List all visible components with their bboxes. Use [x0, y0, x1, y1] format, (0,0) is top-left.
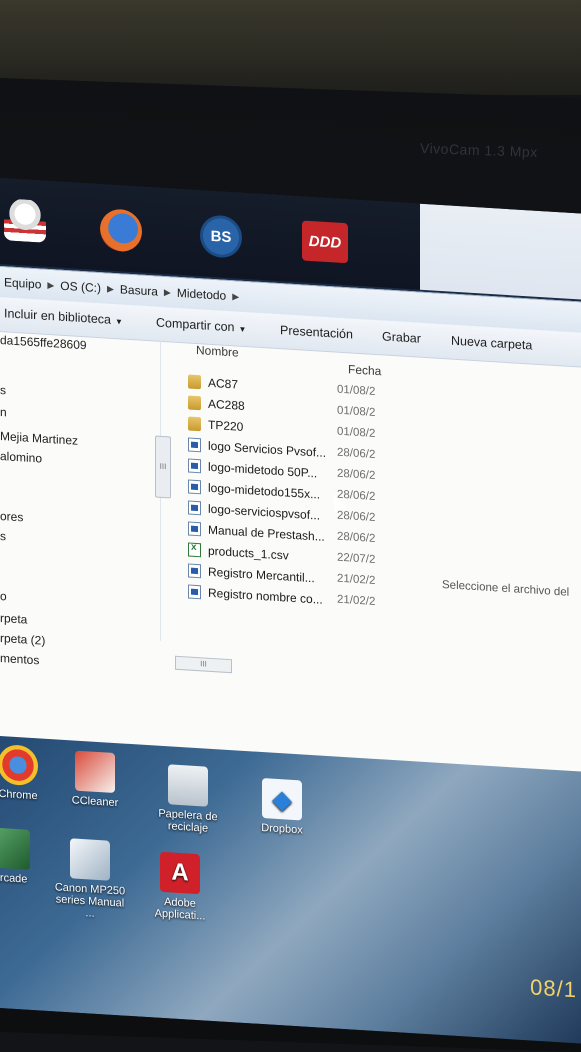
new-folder-button[interactable]: Nueva carpeta [451, 334, 532, 353]
file-name: logo-midetodo 50P... [208, 459, 318, 481]
horizontal-scrollbar[interactable]: III [175, 655, 232, 674]
file-date: 28/06/2 [337, 446, 376, 461]
caret-down-icon: ▼ [238, 324, 247, 335]
nav-item[interactable]: o [0, 589, 7, 603]
include-library-button[interactable]: Incluir en biblioteca ▼ [4, 306, 123, 327]
chevron-right-icon: ▶ [232, 290, 240, 302]
scrollbar-thumb[interactable]: III [155, 435, 171, 499]
folder-icon [188, 374, 201, 390]
include-library-label: Incluir en biblioteca [4, 306, 112, 327]
nav-item[interactable]: mentos [0, 651, 39, 667]
popcorn-icon[interactable] [4, 198, 46, 243]
column-header-date[interactable]: Fecha [348, 362, 381, 378]
nav-item[interactable]: rpeta [0, 611, 27, 627]
file-name: products_1.csv [208, 543, 289, 563]
nav-item[interactable]: rpeta (2) [0, 631, 45, 648]
adobe-icon: A [160, 851, 200, 895]
image-file-icon [188, 458, 201, 474]
nav-item[interactable]: s [0, 383, 6, 397]
folder-icon [188, 416, 201, 432]
desktop-icon-label: Canon MP250 series Manual ... [54, 881, 126, 920]
file-date: 28/06/2 [337, 467, 376, 482]
document-icon [188, 584, 201, 600]
crumb-midetodo[interactable]: Midetodo [177, 286, 226, 303]
desktop-icon-label: Adobe Applicati... [154, 896, 206, 923]
chevron-right-icon: ▶ [163, 286, 171, 297]
file-name: logo Servicios Pvsof... [208, 438, 327, 460]
file-date: 22/07/2 [337, 551, 376, 566]
image-file-icon [188, 500, 201, 516]
navigation-pane: da1565ffe28609 s n Mejia Martinez alomin… [0, 331, 171, 667]
document-icon [188, 521, 201, 537]
manual-icon [70, 838, 110, 881]
firefox-icon[interactable] [100, 208, 142, 253]
image-file-icon [188, 479, 201, 495]
crumb-equipo[interactable]: Equipo [4, 275, 41, 291]
nav-item[interactable]: alomino [0, 449, 42, 466]
file-name: logo-serviciospvsof... [208, 501, 321, 523]
burn-button[interactable]: Grabar [382, 329, 421, 345]
file-date: 21/02/2 [337, 593, 376, 608]
file-date: 01/08/2 [337, 383, 376, 398]
desktop-icon-canon-manual[interactable]: Canon MP250 series Manual ... [50, 837, 130, 922]
file-date: 28/06/2 [337, 509, 376, 524]
chevron-right-icon: ▶ [106, 283, 114, 294]
file-date: 28/06/2 [337, 530, 376, 545]
nav-item[interactable]: Mejia Martinez [0, 429, 78, 448]
screen: BS DDD Equipo ▶ OS (C:) ▶ Basura ▶ Midet… [0, 178, 581, 1044]
preview-pane-message: Seleccione el archivo del [442, 579, 570, 599]
chrome-icon [0, 743, 38, 787]
file-name: logo-midetodo155x... [208, 480, 321, 502]
window-titlebar-area [420, 203, 581, 300]
file-name: AC288 [208, 396, 245, 413]
file-name: AC87 [208, 375, 239, 392]
nav-item[interactable]: ores [0, 509, 23, 524]
nav-item[interactable]: n [0, 405, 7, 419]
caret-down-icon: ▼ [115, 317, 123, 327]
desktop-icon-ccleaner[interactable]: CCleaner [55, 749, 135, 810]
desktop-icon-chrome[interactable]: Chrome [0, 743, 58, 804]
desktop-icon-label: Arcade [0, 871, 28, 886]
spreadsheet-icon [188, 542, 201, 558]
file-name: Registro Mercantil... [208, 564, 315, 586]
desktop-icon-label: CCleaner [71, 794, 119, 810]
file-name: Registro nombre co... [208, 585, 323, 607]
desktop-icon-arcade[interactable]: Arcade [0, 826, 50, 887]
bluestacks-icon[interactable]: BS [200, 214, 242, 259]
folder-icon [188, 395, 201, 411]
file-name: Manual de Prestash... [208, 522, 325, 544]
file-date: 01/08/2 [337, 404, 376, 419]
dropbox-icon: ◆ [262, 778, 302, 821]
file-date: 21/02/2 [337, 572, 376, 587]
nav-item[interactable]: da1565ffe28609 [0, 333, 87, 352]
ccleaner-icon [75, 750, 115, 794]
recycle-bin-icon [168, 764, 208, 807]
crumb-basura[interactable]: Basura [120, 282, 158, 298]
image-file-icon [188, 437, 201, 453]
share-with-button[interactable]: Compartir con ▼ [156, 316, 246, 336]
arcade-icon [0, 827, 30, 870]
file-name: TP220 [208, 417, 244, 434]
desktop-icon-adobe[interactable]: A Adobe Applicati... [140, 851, 220, 924]
file-date: 01/08/2 [337, 425, 376, 440]
chevron-right-icon: ▶ [47, 279, 55, 290]
column-header-name[interactable]: Nombre [196, 343, 239, 360]
ddd-icon[interactable]: DDD [302, 220, 348, 264]
document-icon [188, 563, 201, 579]
desktop-icon-label: Chrome [0, 787, 38, 803]
crumb-os-c[interactable]: OS (C:) [60, 279, 101, 295]
nav-item[interactable]: s [0, 529, 6, 543]
desktop: Chrome CCleaner Papelera de reciclaje ◆ … [0, 736, 581, 1044]
desktop-icon-label: Dropbox [261, 821, 303, 837]
desktop-icon-recycle-bin[interactable]: Papelera de reciclaje [148, 763, 228, 836]
desktop-icon-label: Papelera de reciclaje [158, 807, 218, 835]
taskbar-clock[interactable]: 08/1 [530, 974, 577, 1003]
file-list: Nombre Fecha AC87 01/08/2 AC288 01/08/2 … [180, 342, 390, 665]
presentation-button[interactable]: Presentación [280, 323, 353, 341]
desktop-icon-dropbox[interactable]: ◆ Dropbox [242, 777, 322, 838]
share-with-label: Compartir con [156, 315, 235, 335]
explorer-window: Equipo ▶ OS (C:) ▶ Basura ▶ Midetodo ▶ I… [0, 266, 581, 773]
